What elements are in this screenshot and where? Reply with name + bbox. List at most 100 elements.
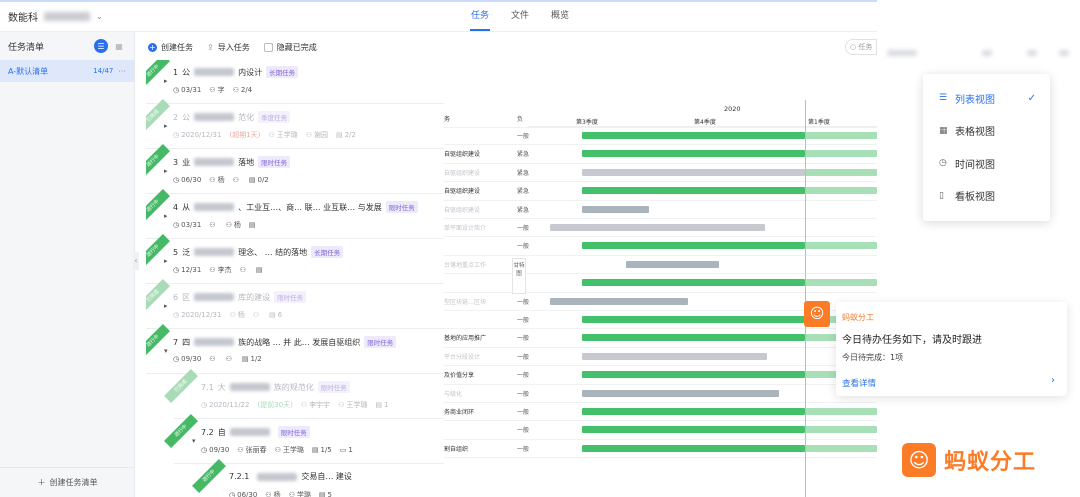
menu-item-kanban-view[interactable]: ▯ 看板视图 bbox=[923, 180, 1050, 213]
task-row[interactable]: 进行中 ▾ 7 四族的战略 … 并 此… 发展自驱组织 限时任务 ◷ 09/30 ⚇ ⚇ ▤ 1/2 bbox=[146, 324, 446, 374]
task-meta-item: ▤ 0/2 bbox=[249, 176, 269, 184]
import-icon: ⇪ bbox=[207, 42, 214, 52]
blurred-text bbox=[194, 203, 235, 211]
gantt-bar[interactable] bbox=[582, 334, 805, 342]
chevron-right-icon[interactable]: › bbox=[1051, 375, 1055, 386]
task-title-text: 公 bbox=[182, 112, 191, 122]
tab-tasks[interactable]: 任务 bbox=[468, 0, 492, 32]
task-row[interactable]: 进行中 ▸ 5 泛理念、 … 结的落地 长期任务 ◷ 12/31 ⚇ 李杰 ⚇ ▤ bbox=[146, 234, 446, 284]
expand-caret-icon[interactable]: ▸ bbox=[164, 122, 168, 130]
project-name: 数能科 bbox=[8, 13, 38, 24]
task-number: 1 bbox=[173, 67, 179, 77]
gantt-bar[interactable] bbox=[582, 316, 805, 323]
gantt-bar[interactable] bbox=[582, 444, 805, 452]
gantt-row[interactable]: 自驱组织建设 紧急 bbox=[444, 201, 877, 219]
task-row[interactable]: 进行中 ▸ 1 公内设计 长期任务 ◷ 03/31 ⚇ 字 ⚇ 2/4 bbox=[146, 60, 446, 104]
more-icon[interactable]: ··· bbox=[118, 67, 126, 76]
gantt-row[interactable]: 自驱组织建设 紧急 bbox=[444, 182, 877, 201]
task-tag: 季度任务 bbox=[258, 111, 291, 123]
gantt-bar[interactable] bbox=[582, 132, 805, 139]
search-input[interactable]: ○ 任务 bbox=[845, 39, 877, 55]
gantt-bar[interactable] bbox=[582, 352, 767, 360]
gantt-task-name: 自驱组织建设 bbox=[444, 188, 481, 196]
gantt-bar[interactable] bbox=[582, 389, 779, 397]
expand-caret-icon[interactable]: ▸ bbox=[164, 77, 168, 85]
gantt-row[interactable]: 台落地重点工作 bbox=[444, 256, 877, 275]
gantt-row[interactable]: 单平面设计简介 一般 bbox=[444, 219, 877, 238]
gantt-bar[interactable] bbox=[582, 242, 805, 250]
gantt-row[interactable]: 务负 bbox=[444, 110, 877, 129]
gantt-bar[interactable] bbox=[582, 426, 805, 434]
person-icon: ⚇ bbox=[252, 311, 260, 319]
expand-caret-icon[interactable]: ▸ bbox=[164, 212, 168, 220]
menu-item-table-view[interactable]: ▦ 表格视图 bbox=[923, 115, 1050, 148]
expand-caret-icon[interactable]: ▾ bbox=[192, 437, 196, 445]
hide-done-checkbox[interactable]: 隐藏已完成 bbox=[263, 42, 317, 53]
gantt-bar[interactable] bbox=[626, 260, 719, 268]
task-meta-value: 字 bbox=[217, 86, 225, 94]
gantt-row[interactable]: 平台分段设计 一般 bbox=[444, 348, 877, 367]
expand-caret-icon[interactable]: ▸ bbox=[164, 257, 168, 265]
tab-files[interactable]: 文件 bbox=[508, 0, 532, 32]
create-task-label: 创建任务 bbox=[161, 42, 193, 52]
sidebar-item-default-list[interactable]: A-默认清单 14/47 ··· bbox=[0, 60, 134, 82]
create-task-button[interactable]: + 创建任务 bbox=[148, 42, 193, 53]
gantt-priority: 一般 bbox=[517, 409, 530, 416]
sidebar-collapse-handle[interactable]: ‹ bbox=[133, 252, 139, 270]
gantt-bar[interactable] bbox=[550, 297, 688, 305]
menu-item-list-view[interactable]: ☰ 列表视图 ✓ bbox=[923, 82, 1050, 115]
top-bar: 数能科 ⌄ 任务 文件 概览 bbox=[0, 0, 877, 32]
blurred-text bbox=[229, 428, 270, 436]
project-selector[interactable]: 数能科 ⌄ bbox=[8, 9, 103, 24]
task-meta-value: 03/31 bbox=[181, 221, 202, 229]
gantt-bar[interactable] bbox=[550, 224, 765, 231]
gantt-bar[interactable] bbox=[582, 168, 805, 176]
gantt-row[interactable]: 一般 bbox=[444, 127, 877, 146]
gantt-bar[interactable] bbox=[582, 408, 805, 415]
task-row[interactable]: 进行中 ▸ 3 业落地 限时任务 ◷ 06/30 ⚇ 杨 ⚇ ▤ 0/2 bbox=[146, 144, 446, 194]
gantt-row[interactable]: 一般 bbox=[444, 237, 877, 256]
menu-item-label: 时间视图 bbox=[955, 159, 995, 171]
gantt-bar[interactable] bbox=[582, 150, 805, 158]
grid-toggle-icon[interactable]: ▦ bbox=[112, 39, 126, 53]
task-row[interactable]: 已完成 ▸ 2 公范化 季度任务 ◷ 2020/12/31 (超期1天) ⚇ 王学璐 ⚇ 谢园 ▤ 2/2 bbox=[146, 99, 446, 149]
gantt-bar[interactable] bbox=[582, 205, 649, 213]
task-row[interactable]: 进行中 ▾ 7.2 自限时任务 ◷ 09/30 ⚇ 张丽春 ⚇ 王学璐 ▤ 1/5 ▭ 1 bbox=[164, 414, 446, 464]
ant-logo-icon: ☺ bbox=[804, 301, 830, 327]
task-meta-item: ▭ 1 bbox=[340, 446, 353, 454]
menu-item-time-view[interactable]: ◷ 时间视图 bbox=[923, 147, 1050, 180]
expand-caret-icon[interactable]: ▾ bbox=[164, 347, 168, 355]
menu-item-label: 列表视图 bbox=[955, 94, 995, 106]
import-task-button[interactable]: ⇪ 导入任务 bbox=[207, 42, 250, 53]
task-title: 1 公 内设计 长期任务 bbox=[173, 66, 299, 78]
gantt-row[interactable]: 及价值分享 一般 bbox=[444, 366, 877, 385]
gantt-row[interactable] bbox=[444, 274, 877, 293]
task-row[interactable]: 进行中 7.2.1 交易自… 建设 ◷ 06/30 ⚇ 杨 ⚇ 学璐 ▤ 5 bbox=[192, 459, 446, 497]
task-number: 4 bbox=[173, 202, 179, 212]
gantt-row[interactable]: 割自组织 一般 bbox=[444, 440, 877, 459]
expand-caret-icon[interactable]: ▸ bbox=[164, 167, 168, 175]
task-row[interactable]: 已完成 7.1 大族的规范化 限时任务 ◷ 2020/11/22 (提前30天) ⚇ 李宇宇 ⚇ 王… bbox=[164, 369, 446, 419]
gantt-bar[interactable] bbox=[582, 371, 805, 379]
gantt-row[interactable]: 自驱组织建设 紧急 bbox=[444, 145, 877, 164]
gantt-row[interactable]: 基地的应用推广 一般 bbox=[444, 329, 877, 348]
gantt-side-tab[interactable]: 甘特图 bbox=[512, 258, 526, 294]
notification-card[interactable]: ☺ 蚂蚁分工 今日待办任务如下，请及时跟进 今日待完成：1项 查看详情 › bbox=[804, 301, 1067, 396]
gantt-bar[interactable] bbox=[582, 187, 805, 195]
gantt-row[interactable]: 与级化 一般 bbox=[444, 385, 877, 403]
view-switch-menu: ☰ 列表视图 ✓ ▦ 表格视图 ◷ 时间视图 ▯ 看板视图 bbox=[923, 74, 1050, 221]
tab-overview[interactable]: 概览 bbox=[548, 0, 572, 32]
gantt-bar[interactable] bbox=[582, 279, 805, 287]
list-toggle-icon[interactable]: ☰ bbox=[94, 39, 108, 53]
task-row[interactable]: 进行中 ▸ 4 从、工业互…、商… 联… 业互联… 与发展 限时任务 ◷ 03/31 ⚇ ⚇ 杨 ▤ bbox=[146, 189, 446, 239]
gantt-row[interactable]: 一般 bbox=[444, 421, 877, 440]
gantt-row[interactable]: 自驱组织建设 紧急 bbox=[444, 164, 877, 183]
person-icon: ⚇ bbox=[232, 86, 239, 94]
create-list-button[interactable]: ＋ 创建任务清单 bbox=[0, 467, 135, 497]
expand-caret-icon[interactable]: ▸ bbox=[164, 302, 168, 310]
person-icon: ⚇ bbox=[209, 86, 216, 94]
gantt-row[interactable]: 务商业闭环 一般 bbox=[444, 403, 877, 422]
view-details-link[interactable]: 查看详情 bbox=[842, 377, 876, 389]
task-row[interactable]: 已完成 ▸ 6 区库的建设 限时任务 ◷ 2020/12/31 ⚇ 杨 ⚇ ▤ 6 bbox=[146, 279, 446, 329]
notification-title: 今日待办任务如下，请及时跟进 bbox=[842, 335, 982, 346]
